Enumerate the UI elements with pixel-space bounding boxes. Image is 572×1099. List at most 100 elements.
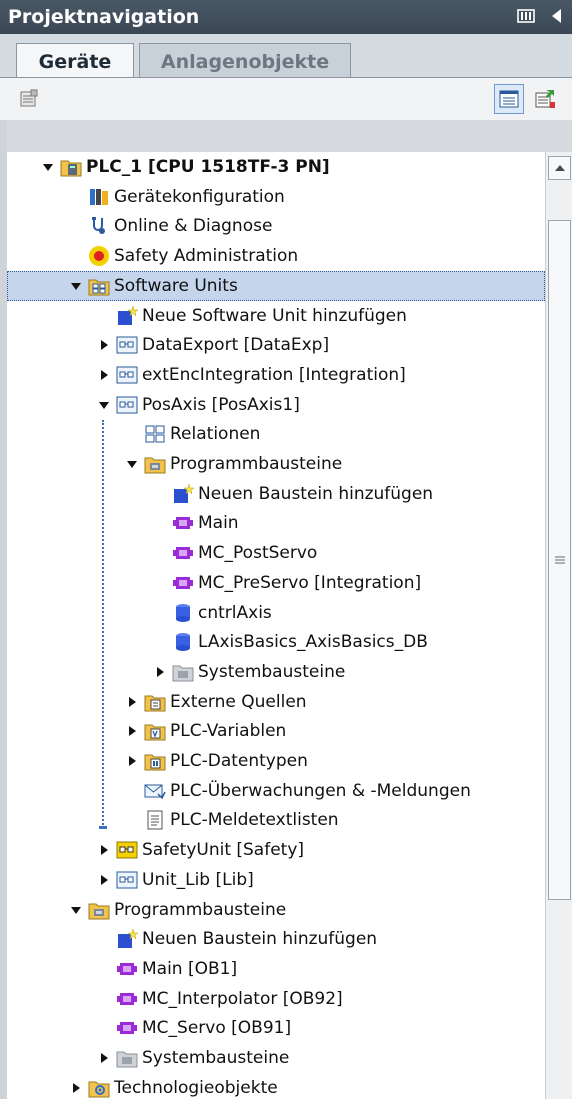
panel-title: Projektnavigation: [8, 6, 200, 28]
external-sources-icon: [144, 691, 166, 713]
tree-item-label: PLC-Meldetextlisten: [170, 810, 339, 831]
tree-item-label: Programmbausteine: [114, 899, 287, 920]
add-new-icon: [116, 305, 138, 327]
ob-block-icon: [116, 958, 138, 980]
expand-arrow-down-icon[interactable]: [125, 457, 139, 471]
tree-item[interactable]: Externe Quellen: [7, 687, 545, 717]
tree-item[interactable]: Neue Software Unit hinzufügen: [7, 301, 545, 331]
system-blocks-icon: [116, 1047, 138, 1069]
expand-arrow-right-icon[interactable]: [97, 843, 111, 857]
expand-arrow-right-icon[interactable]: [97, 1051, 111, 1065]
tree-item[interactable]: Online & Diagnose: [7, 211, 545, 241]
tree-item[interactable]: Unit_Lib [Lib]: [7, 865, 545, 895]
expander-placeholder: [69, 219, 83, 233]
tree-item-label: PLC-Variablen: [170, 721, 287, 742]
tree-item[interactable]: Neuen Baustein hinzufügen: [7, 924, 545, 954]
tab-geraete[interactable]: Geräte: [16, 43, 134, 80]
tree-item[interactable]: PLC-Überwachungen & -Meldungen: [7, 776, 545, 806]
expand-arrow-down-icon[interactable]: [97, 398, 111, 412]
tree-item[interactable]: Safety Administration: [7, 241, 545, 271]
collapse-left-icon[interactable]: [546, 6, 566, 26]
tree-item[interactable]: Programmbausteine: [7, 895, 545, 925]
tree-item[interactable]: Neuen Baustein hinzufügen: [7, 479, 545, 509]
expand-arrow-down-icon[interactable]: [69, 903, 83, 917]
expand-arrow-down-icon[interactable]: [41, 160, 55, 174]
tree-item[interactable]: MC_PreServo [Integration]: [7, 568, 545, 598]
expand-arrow-right-icon[interactable]: [97, 368, 111, 382]
expander-placeholder: [97, 309, 111, 323]
tree-item[interactable]: SafetyUnit [Safety]: [7, 835, 545, 865]
expander-placeholder: [125, 813, 139, 827]
tree-item[interactable]: PosAxis [PosAxis1]: [7, 390, 545, 420]
tree-item[interactable]: Gerätekonfiguration: [7, 182, 545, 212]
expand-arrow-right-icon[interactable]: [97, 338, 111, 352]
tree-item[interactable]: Software Units: [7, 270, 545, 301]
ob-block-icon: [172, 512, 194, 534]
expander-placeholder: [69, 249, 83, 263]
tree-item[interactable]: MC_Servo [OB91]: [7, 1013, 545, 1043]
add-new-icon: [172, 483, 194, 505]
expand-arrow-right-icon[interactable]: [153, 665, 167, 679]
db-block-icon: [172, 631, 194, 653]
vertical-scrollbar[interactable]: [545, 152, 572, 1099]
tree-item[interactable]: LAxisBasics_AxisBasics_DB: [7, 627, 545, 657]
panel-left-edge: [0, 120, 7, 1099]
expander-placeholder: [69, 190, 83, 204]
tree-item-label: Relationen: [170, 424, 261, 445]
tree-item[interactable]: Technologieobjekte: [7, 1073, 545, 1099]
expander-placeholder: [153, 487, 167, 501]
plc-folder-icon: [60, 156, 82, 178]
tree-item[interactable]: PLC-Meldetextlisten: [7, 805, 545, 835]
panel-layout-icon[interactable]: [516, 6, 536, 26]
tree-item[interactable]: cntrlAxis: [7, 598, 545, 628]
software-unit-icon: [116, 394, 138, 416]
expand-arrow-down-icon[interactable]: [69, 279, 83, 293]
tree-item[interactable]: PLC_1 [CPU 1518TF-3 PN]: [7, 152, 545, 182]
tree-item[interactable]: MC_PostServo: [7, 538, 545, 568]
details-view-icon[interactable]: [494, 84, 524, 114]
scroll-grip-icon: [554, 556, 565, 564]
scroll-up-icon[interactable]: [548, 156, 571, 180]
tab-bar: Geräte Anlagenobjekte: [0, 34, 572, 80]
tree-item-label: Safety Administration: [114, 246, 299, 267]
tree-item-label: MC_PreServo [Integration]: [198, 572, 422, 593]
tree-item[interactable]: PLC-Variablen: [7, 716, 545, 746]
tree-item[interactable]: MC_Interpolator [OB92]: [7, 984, 545, 1014]
separator-strip: [0, 120, 572, 152]
tree-item[interactable]: extEncIntegration [Integration]: [7, 360, 545, 390]
tree-item[interactable]: Relationen: [7, 419, 545, 449]
add-new-icon: [116, 928, 138, 950]
db-block-icon: [172, 602, 194, 624]
tree-item[interactable]: Systembausteine: [7, 657, 545, 687]
software-unit-icon: [116, 334, 138, 356]
expand-arrow-right-icon[interactable]: [125, 754, 139, 768]
tree-item-label: SafetyUnit [Safety]: [142, 840, 305, 861]
tree-item-label: Systembausteine: [142, 1048, 290, 1068]
toolbar: [0, 78, 572, 120]
device-view-icon[interactable]: [14, 84, 44, 114]
plc-tags-icon: [144, 720, 166, 742]
tree-item[interactable]: Programmbausteine: [7, 449, 545, 479]
tree-item[interactable]: PLC-Datentypen: [7, 746, 545, 776]
expander-placeholder: [125, 784, 139, 798]
expander-placeholder: [153, 576, 167, 590]
software-units-icon: [88, 275, 110, 297]
tree-item[interactable]: Systembausteine: [7, 1043, 545, 1073]
tree-item-label: PLC-Datentypen: [170, 751, 308, 771]
tree-item[interactable]: Main [OB1]: [7, 954, 545, 984]
tree-item[interactable]: Main: [7, 508, 545, 538]
expand-arrow-right-icon[interactable]: [125, 724, 139, 738]
expand-arrow-right-icon[interactable]: [97, 873, 111, 887]
technology-objects-icon: [88, 1077, 110, 1099]
tab-anlagenobjekte[interactable]: Anlagenobjekte: [139, 43, 351, 79]
tree-item[interactable]: DataExport [DataExp]: [7, 330, 545, 360]
scroll-thumb[interactable]: [548, 220, 571, 900]
expand-arrow-right-icon[interactable]: [69, 1081, 83, 1095]
expander-placeholder: [153, 546, 167, 560]
tree-item-label: MC_PostServo: [198, 543, 318, 564]
tree-item-label: Main [OB1]: [142, 958, 238, 979]
export-icon[interactable]: [530, 84, 560, 114]
tree-item-label: extEncIntegration [Integration]: [142, 364, 406, 385]
ob-block-icon: [116, 988, 138, 1010]
expand-arrow-right-icon[interactable]: [125, 695, 139, 709]
